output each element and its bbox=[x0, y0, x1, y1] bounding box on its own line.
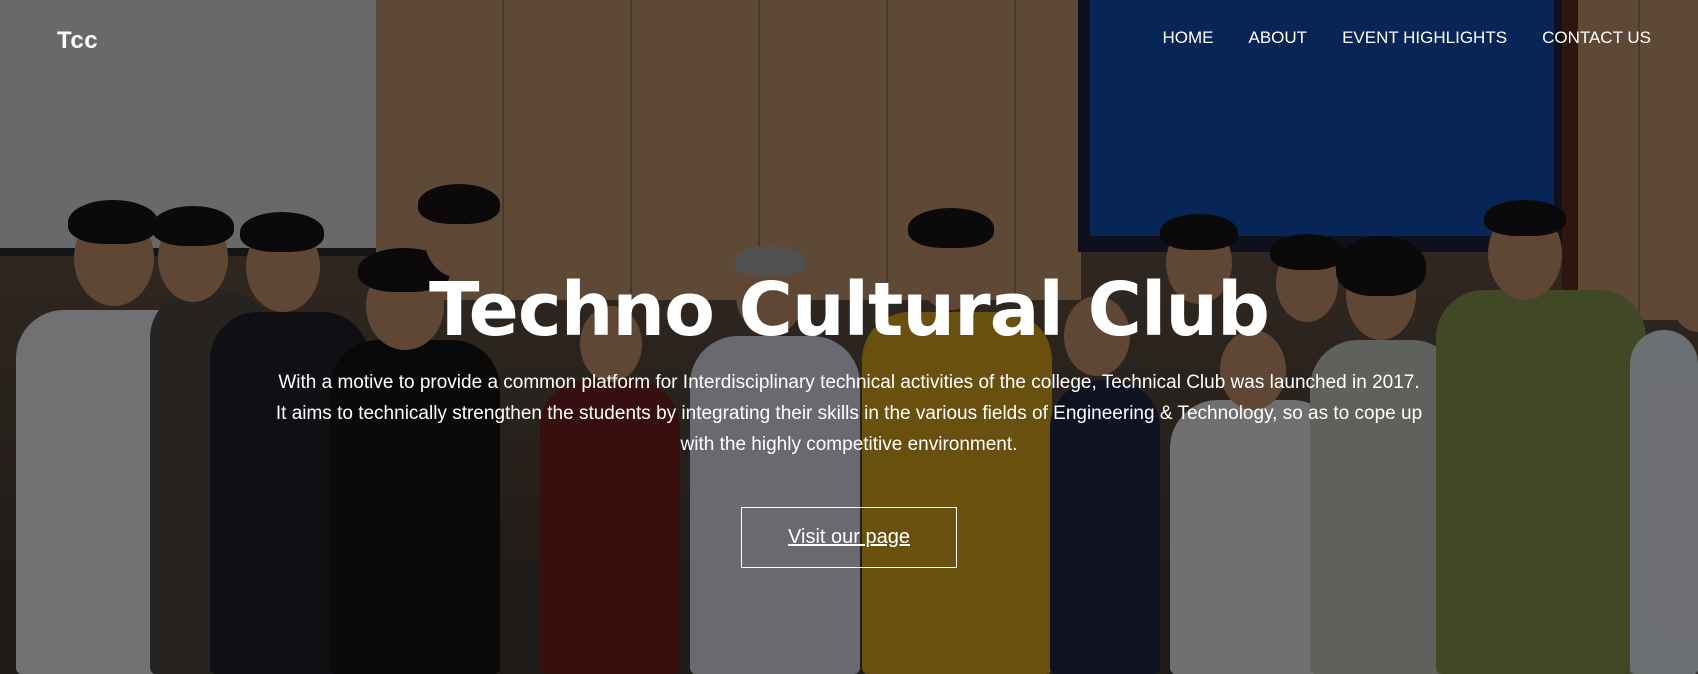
hero-description: With a motive to provide a common platfo… bbox=[275, 372, 1423, 455]
hero-section: Tcc HOME ABOUT EVENT HIGHLIGHTS CONTACT … bbox=[0, 0, 1698, 674]
hero-content: Techno Cultural Club With a motive to pr… bbox=[0, 262, 1698, 568]
nav-event-highlights[interactable]: EVENT HIGHLIGHTS bbox=[1342, 28, 1507, 48]
hero-title: Techno Cultural Club bbox=[429, 267, 1270, 353]
site-logo[interactable]: Tcc bbox=[57, 27, 98, 55]
nav-about[interactable]: ABOUT bbox=[1249, 28, 1308, 48]
nav-home[interactable]: HOME bbox=[1163, 28, 1214, 48]
nav-contact-us[interactable]: CONTACT US bbox=[1542, 28, 1651, 48]
visit-page-button[interactable]: Visit our page bbox=[741, 507, 957, 568]
main-nav: HOME ABOUT EVENT HIGHLIGHTS CONTACT US bbox=[1163, 28, 1652, 48]
